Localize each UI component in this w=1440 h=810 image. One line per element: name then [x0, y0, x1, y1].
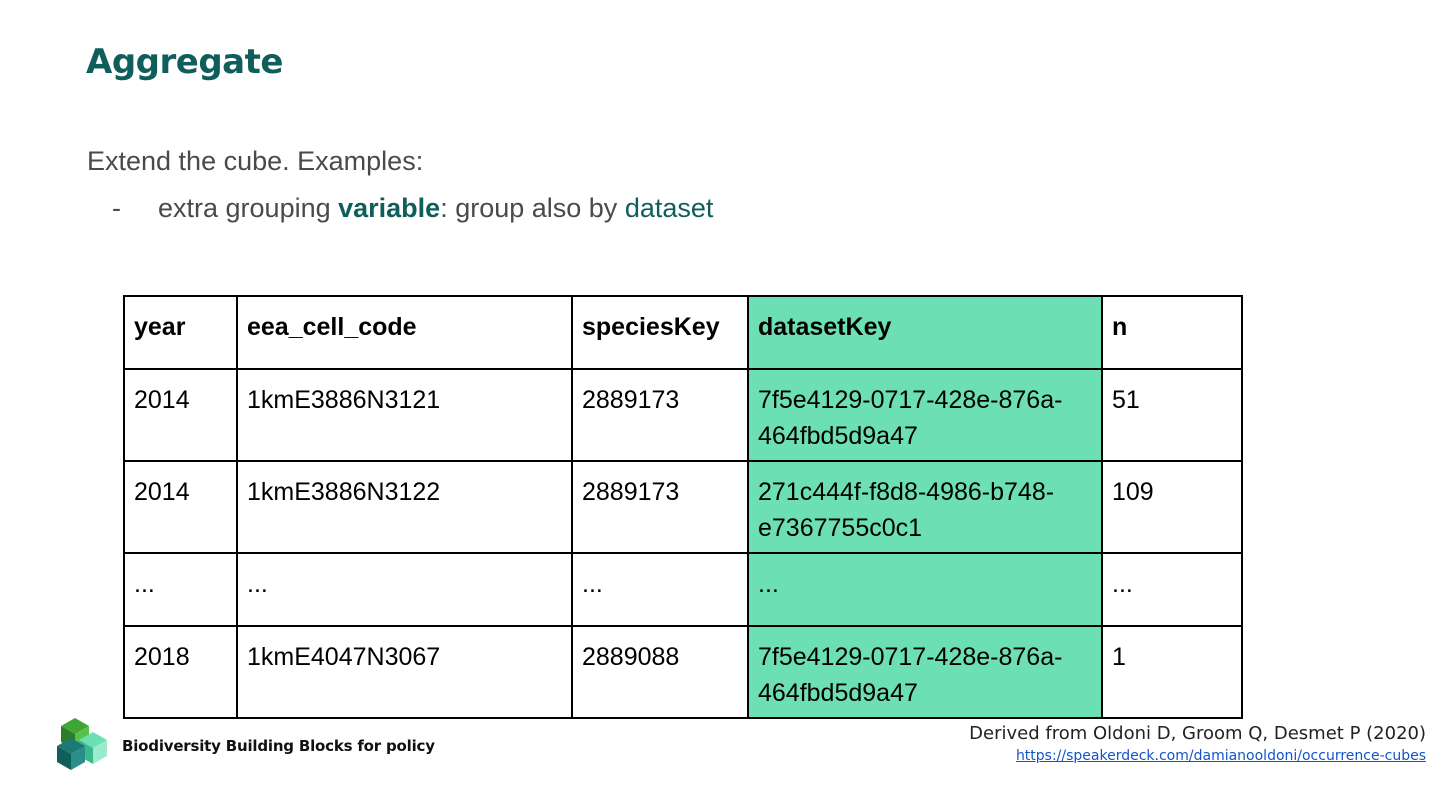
header-year: year [123, 295, 238, 370]
source-link[interactable]: https://speakerdeck.com/damianooldoni/oc… [969, 748, 1426, 764]
bullet-dash: - [112, 193, 121, 223]
b-cubed-logo-icon [57, 718, 107, 770]
table-header-row: year eea_cell_code speciesKey datasetKey… [123, 295, 1243, 370]
cell-eea-cell-code: ... [236, 552, 573, 627]
cell-eea-cell-code: 1kmE3886N3121 [236, 368, 573, 462]
cell-year: 2014 [123, 368, 238, 462]
cell-species-key: 2889173 [571, 368, 749, 462]
cell-n: 109 [1101, 460, 1243, 554]
header-species-key: speciesKey [571, 295, 749, 370]
credit-text: Derived from Oldoni D, Groom Q, Desmet P… [969, 723, 1426, 744]
cell-species-key: ... [571, 552, 749, 627]
header-dataset-key: datasetKey [747, 295, 1103, 370]
cell-dataset-key: 271c444f-f8d8-4986-b748-e7367755c0c1 [747, 460, 1103, 554]
bullet-item: - extra grouping variable: group also by … [112, 193, 713, 224]
logo-text: Biodiversity Building Blocks for policy [122, 737, 435, 755]
bullet-middle: : group also by [440, 193, 625, 223]
cell-year: ... [123, 552, 238, 627]
cell-species-key: 2889173 [571, 460, 749, 554]
cell-n: 51 [1101, 368, 1243, 462]
cell-n: 1 [1101, 625, 1243, 719]
header-eea-cell-code: eea_cell_code [236, 295, 573, 370]
bullet-prefix: extra grouping [158, 193, 339, 223]
credit-block: Derived from Oldoni D, Groom Q, Desmet P… [969, 723, 1426, 764]
table-row: 2014 1kmE3886N3122 2889173 271c444f-f8d8… [123, 460, 1243, 554]
cell-eea-cell-code: 1kmE4047N3067 [236, 625, 573, 719]
bullet-accent-term: dataset [624, 193, 714, 223]
cell-eea-cell-code: 1kmE3886N3122 [236, 460, 573, 554]
table-row: 2014 1kmE3886N3121 2889173 7f5e4129-0717… [123, 368, 1243, 462]
cell-n: ... [1101, 552, 1243, 627]
cube-table: year eea_cell_code speciesKey datasetKey… [123, 295, 1243, 719]
cell-year: 2018 [123, 625, 238, 719]
cell-dataset-key: 7f5e4129-0717-428e-876a-464fbd5d9a47 [747, 625, 1103, 719]
intro-text: Extend the cube. Examples: [87, 146, 424, 176]
slide-title: Aggregate [86, 42, 283, 82]
cell-dataset-key: 7f5e4129-0717-428e-876a-464fbd5d9a47 [747, 368, 1103, 462]
header-n: n [1101, 295, 1243, 370]
cell-dataset-key: ... [747, 552, 1103, 627]
cell-species-key: 2889088 [571, 625, 749, 719]
table-row: ... ... ... ... ... [123, 552, 1243, 627]
bullet-bold-term: variable [338, 193, 441, 223]
table-row: 2018 1kmE4047N3067 2889088 7f5e4129-0717… [123, 625, 1243, 719]
cell-year: 2014 [123, 460, 238, 554]
